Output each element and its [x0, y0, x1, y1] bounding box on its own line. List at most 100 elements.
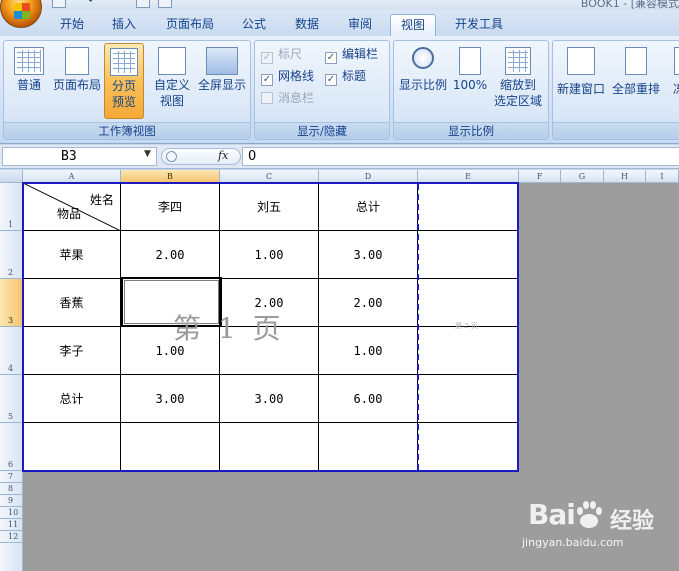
baidu-logo-cn: 经验: [610, 509, 655, 534]
group-workbook-views: 普通 页面布局 分页 预览 自定义 视图 全屏显示 工作簿视图: [3, 40, 251, 140]
row-header-8[interactable]: 8: [0, 483, 23, 495]
chevron-down-icon[interactable]: ▼: [144, 149, 151, 159]
arrange-all-icon: [625, 47, 647, 75]
ruler-label: 标尺: [278, 47, 303, 61]
tab-review[interactable]: 审阅: [340, 14, 380, 36]
arrange-all-button[interactable]: 全部重排: [609, 43, 663, 119]
group-window: 新建窗口 全部重排 冻结: [552, 40, 679, 140]
normal-view-button[interactable]: 普通: [6, 43, 52, 119]
headings-checkbox[interactable]: ✓ 标题: [325, 67, 367, 86]
custom-views-icon: [158, 47, 186, 75]
custom-views-button[interactable]: 自定义 视图: [150, 43, 194, 119]
print-area-border: [22, 182, 519, 472]
row-header-7[interactable]: 7: [0, 471, 23, 483]
full-screen-button[interactable]: 全屏显示: [196, 43, 248, 119]
redo-icon[interactable]: [136, 0, 150, 8]
zoom-100-button[interactable]: 100%: [452, 43, 488, 119]
group-show-hide: ✓ 标尺 ✓ 编辑栏 ✓ 网格线 ✓ 标题 消息栏 显示/隐藏: [254, 40, 390, 140]
page-break-preview-button[interactable]: 分页 预览: [104, 43, 144, 119]
zoom-button[interactable]: 显示比例: [396, 43, 450, 119]
tab-data[interactable]: 数据: [287, 14, 327, 36]
zoom-100-icon: [459, 47, 481, 75]
row-header-6[interactable]: 6: [0, 423, 23, 471]
tab-formulas[interactable]: 公式: [234, 14, 274, 36]
gridlines-check-icon: ✓: [261, 74, 273, 86]
row-header-5[interactable]: 5: [0, 375, 23, 423]
group-zoom: 显示比例 100% 缩放到 选定区域 显示比例: [393, 40, 549, 140]
group-title-workbook-views: 工作簿视图: [4, 122, 250, 139]
column-header-h[interactable]: H: [604, 170, 646, 183]
new-window-button[interactable]: 新建窗口: [555, 43, 607, 119]
page-layout-label: 页面布局: [52, 78, 101, 92]
office-logo-icon: [14, 3, 30, 19]
row-header-filler: [0, 543, 23, 571]
page-layout-icon: [65, 47, 89, 75]
formula-bar-label: 编辑栏: [342, 47, 379, 61]
custom-views-label-1: 自定义: [153, 78, 190, 92]
expand-handle-icon[interactable]: [166, 151, 177, 162]
group-title-zoom: 显示比例: [394, 122, 548, 139]
insert-function-icon[interactable]: fx: [218, 149, 228, 162]
formula-bar: B3 ▼ fx 0: [0, 145, 679, 169]
group-title-window: [553, 122, 679, 139]
baidu-paw-icon: [577, 501, 602, 528]
row-header-1[interactable]: 1: [0, 183, 23, 231]
new-window-icon: [567, 47, 595, 75]
ribbon-tabs: 开始 插入 页面布局 公式 数据 审阅 视图 开发工具: [0, 10, 679, 36]
column-header-g[interactable]: G: [561, 170, 604, 183]
row-header-9[interactable]: 9: [0, 495, 23, 507]
tab-home[interactable]: 开始: [52, 14, 92, 36]
tab-view[interactable]: 视图: [390, 14, 436, 36]
full-screen-label: 全屏显示: [197, 78, 246, 92]
row-header-10[interactable]: 10: [0, 507, 23, 519]
new-window-label: 新建窗口: [556, 82, 605, 96]
normal-view-label: 普通: [16, 78, 41, 92]
zoom-selection-label-2: 选定区域: [493, 94, 542, 108]
gridlines-label: 网格线: [278, 69, 315, 83]
arrange-all-label: 全部重排: [611, 82, 660, 96]
magnifier-icon: [412, 47, 434, 69]
quick-access-icon[interactable]: [158, 0, 172, 8]
row-header-3[interactable]: 3: [0, 279, 23, 327]
freeze-panes-icon: [674, 47, 679, 75]
zoom-selection-label-1: 缩放到: [499, 78, 536, 92]
freeze-panes-button[interactable]: 冻结: [665, 43, 679, 119]
column-header-i[interactable]: I: [646, 170, 679, 183]
save-icon[interactable]: [52, 0, 66, 8]
column-header-f[interactable]: F: [519, 170, 561, 183]
name-box[interactable]: B3: [2, 147, 157, 166]
formula-bar-checkbox[interactable]: ✓ 编辑栏: [325, 45, 379, 64]
page-break-label-1: 分页: [111, 79, 136, 93]
full-screen-icon: [206, 47, 238, 75]
formula-bar-check-icon: ✓: [325, 52, 337, 64]
normal-view-icon: [14, 47, 44, 75]
row-header-2[interactable]: 2: [0, 231, 23, 279]
zoom-label: 显示比例: [398, 78, 447, 92]
row-header-11[interactable]: 11: [0, 519, 23, 531]
page-layout-view-button[interactable]: 页面布局: [52, 43, 102, 119]
undo-icon[interactable]: ↶: [88, 0, 102, 7]
baidu-watermark: Bai 经验 jingyan.baidu.com: [522, 498, 679, 558]
title-bar: ↶ BOOK1 - [兼容模式: [0, 0, 679, 28]
baidu-logo-text: Bai: [528, 498, 576, 531]
page-break-preview-icon: [110, 48, 138, 76]
gridlines-checkbox[interactable]: ✓ 网格线: [261, 67, 315, 86]
page-break-label-2: 预览: [111, 95, 136, 109]
row-header-4[interactable]: 4: [0, 327, 23, 375]
ruler-checkbox[interactable]: ✓ 标尺: [261, 45, 303, 64]
zoom-100-label: 100%: [452, 78, 488, 92]
group-title-show-hide: 显示/隐藏: [255, 122, 389, 139]
tab-developer[interactable]: 开发工具: [446, 14, 512, 36]
message-bar-checkbox[interactable]: 消息栏: [261, 89, 314, 107]
row-header-12[interactable]: 12: [0, 531, 23, 543]
tab-page-layout[interactable]: 页面布局: [158, 14, 222, 36]
ribbon: 普通 页面布局 分页 预览 自定义 视图 全屏显示 工作簿视图 ✓ 标尺 ✓ 编辑栏: [0, 36, 679, 144]
tab-insert[interactable]: 插入: [104, 14, 144, 36]
formula-input[interactable]: 0: [242, 147, 679, 166]
freeze-panes-label: 冻结: [672, 82, 679, 96]
formula-buttons: fx: [161, 148, 241, 165]
select-all-corner[interactable]: [0, 170, 23, 183]
zoom-to-selection-button[interactable]: 缩放到 选定区域: [490, 43, 546, 119]
message-bar-check-icon: [261, 92, 273, 104]
headings-label: 标题: [342, 69, 367, 83]
